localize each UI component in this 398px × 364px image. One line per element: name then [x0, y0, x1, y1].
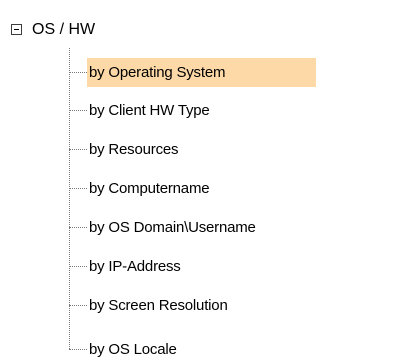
tree-item-os-domain-username[interactable]: by OS Domain\Username — [69, 213, 389, 242]
tree-item-label: by OS Locale — [89, 341, 177, 358]
tree-connector — [69, 227, 87, 228]
tree-item-screen-resolution[interactable]: by Screen Resolution — [69, 291, 389, 320]
tree-item-computername[interactable]: by Computername — [69, 174, 389, 203]
tree-item-client-hw-type[interactable]: by Client HW Type — [69, 96, 389, 125]
tree-item-label: by Client HW Type — [89, 102, 210, 119]
tree-connector — [69, 110, 87, 111]
tree-item-label: by IP-Address — [89, 258, 181, 275]
tree-item-label: by Resources — [89, 141, 179, 158]
tree-item-label: by OS Domain\Username — [89, 219, 256, 236]
tree-connector — [69, 149, 87, 150]
tree-item-operating-system[interactable]: by Operating System — [69, 58, 389, 87]
tree-connector — [69, 72, 87, 73]
collapse-icon[interactable] — [11, 24, 22, 35]
tree-item-os-locale[interactable]: by OS Locale — [69, 335, 389, 364]
tree-item-label: by Operating System — [87, 58, 316, 87]
tree-connector — [69, 188, 87, 189]
tree-item-label: by Computername — [89, 180, 210, 197]
tree-connector — [69, 349, 87, 350]
tree-view: OS / HW by Operating System by Client HW… — [0, 0, 398, 364]
tree-node-os-hw[interactable]: OS / HW — [32, 16, 95, 44]
tree-item-label: by Screen Resolution — [89, 297, 228, 314]
tree-item-ip-address[interactable]: by IP-Address — [69, 252, 389, 281]
tree-connector — [69, 305, 87, 306]
tree-connector — [69, 266, 87, 267]
tree-item-resources[interactable]: by Resources — [69, 135, 389, 164]
